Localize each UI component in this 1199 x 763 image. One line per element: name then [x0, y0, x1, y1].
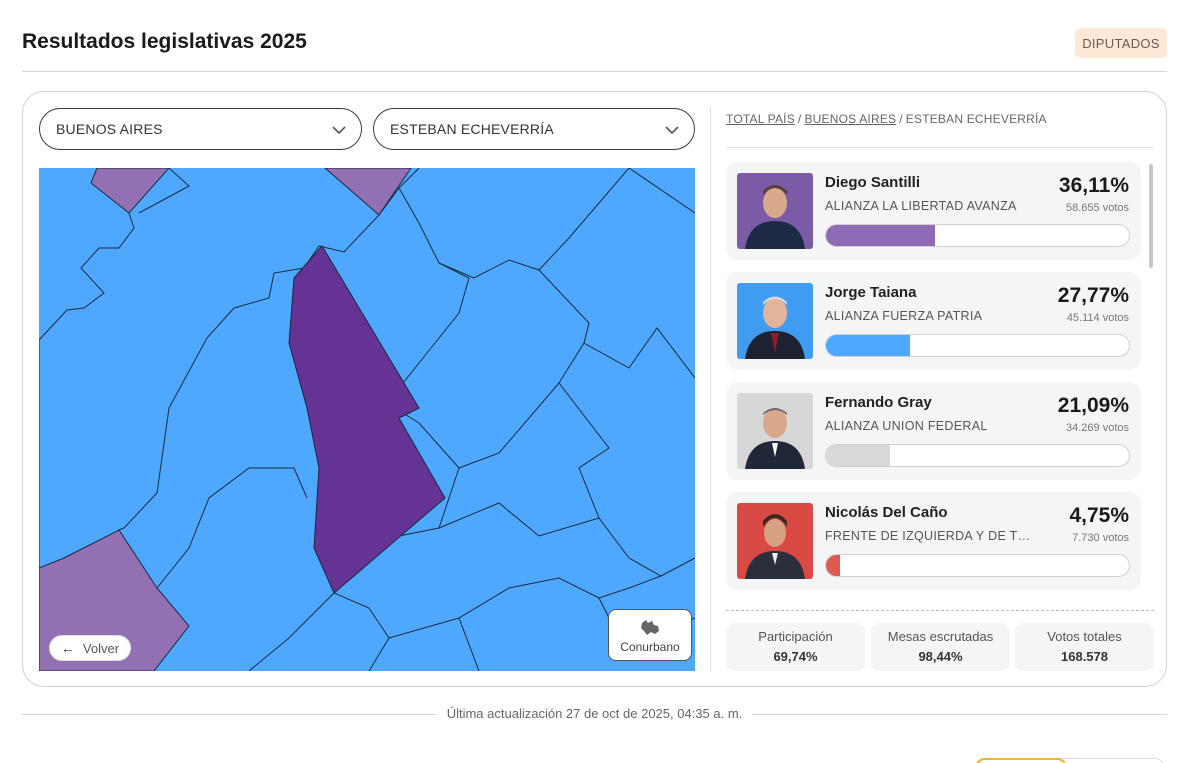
arrow-left-icon: ← — [60, 640, 75, 656]
chevron-down-icon — [332, 126, 346, 135]
back-button[interactable]: ← Volver — [49, 635, 131, 661]
bottom-toggle-active[interactable] — [975, 758, 1067, 763]
candidate-percent: 36,11% — [1058, 174, 1129, 197]
candidate-vote-bar — [825, 224, 1130, 247]
candidate-party: ALIANZA LA LIBERTAD AVANZA — [825, 199, 1017, 213]
candidate-name: Jorge Taiana — [825, 284, 917, 301]
candidate-party: ALIANZA FUERZA PATRIA — [825, 309, 983, 323]
candidate-list[interactable]: Diego Santilli ALIANZA LA LIBERTAD AVANZ… — [726, 162, 1154, 590]
candidate-votes: 7.730 votos — [1072, 532, 1129, 544]
stat-votos-totales: Votos totales 168.578 — [1015, 623, 1154, 671]
back-button-label: Volver — [82, 640, 120, 656]
candidate-photo — [737, 503, 813, 579]
candidate-name: Nicolás Del Caño — [825, 504, 948, 521]
candidate-card[interactable]: Fernando Gray ALIANZA UNION FEDERAL 21,0… — [726, 382, 1141, 480]
breadcrumb: TOTAL PAÍS / BUENOS AIRES / ESTEBAN ECHEVERR… — [726, 112, 1047, 126]
candidate-vote-bar-fill — [826, 335, 911, 356]
candidate-vote-bar — [825, 334, 1130, 357]
breadcrumb-total-pais[interactable]: TOTAL PAÍS — [726, 112, 795, 126]
candidate-list-scrollbar[interactable] — [1149, 164, 1153, 268]
chevron-down-icon — [665, 126, 679, 135]
conurbano-button[interactable]: Conurbano — [608, 609, 692, 661]
candidate-photo — [737, 393, 813, 469]
chamber-badge[interactable]: DIPUTADOS — [1075, 28, 1167, 58]
candidate-percent: 27,77% — [1057, 284, 1129, 307]
candidate-name: Fernando Gray — [825, 394, 932, 411]
stat-label: Votos totales — [1047, 629, 1122, 644]
breadcrumb-separator: / — [899, 112, 903, 126]
district-map[interactable]: ← Volver Conurbano — [39, 168, 695, 671]
bottom-toggle[interactable] — [975, 758, 1165, 763]
candidate-card[interactable]: Nicolás Del Caño FRENTE DE IZQUIERDA Y D… — [726, 492, 1141, 590]
stat-mesas-escrutadas: Mesas escrutadas 98,44% — [871, 623, 1010, 671]
stat-value: 168.578 — [1061, 649, 1108, 664]
breadcrumb-buenos-aires[interactable]: BUENOS AIRES — [804, 112, 896, 126]
candidate-percent: 21,09% — [1057, 394, 1129, 417]
conurbano-map-icon — [641, 619, 659, 635]
candidate-party: ALIANZA UNION FEDERAL — [825, 419, 988, 433]
header-divider — [22, 71, 1167, 72]
candidate-votes: 45.114 votos — [1066, 312, 1129, 324]
candidate-photo — [737, 173, 813, 249]
district-map-svg[interactable] — [39, 168, 695, 671]
breadcrumb-divider — [726, 147, 1154, 148]
breadcrumb-current: ESTEBAN ECHEVERRÍA — [905, 112, 1047, 126]
candidate-vote-bar — [825, 444, 1130, 467]
panel-divider — [710, 108, 711, 671]
conurbano-label: Conurbano — [620, 639, 680, 654]
candidate-vote-bar-fill — [826, 555, 841, 576]
district-select-value: ESTEBAN ECHEVERRÍA — [390, 121, 554, 137]
province-select-value: BUENOS AIRES — [56, 121, 163, 137]
candidate-votes: 58.655 votos — [1066, 202, 1129, 214]
candidate-photo — [737, 283, 813, 359]
candidate-vote-bar-fill — [826, 445, 890, 466]
candidate-percent: 4,75% — [1069, 504, 1129, 527]
candidate-vote-bar-fill — [826, 225, 936, 246]
stat-value: 98,44% — [918, 649, 963, 664]
page-title: Resultados legislativas 2025 — [22, 30, 307, 53]
candidate-card[interactable]: Diego Santilli ALIANZA LA LIBERTAD AVANZ… — [726, 162, 1141, 260]
candidate-vote-bar — [825, 554, 1130, 577]
stat-label: Mesas escrutadas — [887, 629, 994, 644]
stat-value: 69,74% — [773, 649, 818, 664]
results-card: BUENOS AIRES ESTEBAN ECHEVERRÍA ← Volver… — [22, 91, 1167, 687]
stat-label: Participación — [758, 629, 833, 644]
candidate-party: FRENTE DE IZQUIERDA Y DE TRABAJADORES - … — [825, 529, 1035, 543]
province-select[interactable]: BUENOS AIRES — [39, 108, 362, 150]
candidate-votes: 34.269 votos — [1066, 422, 1129, 434]
candidate-name: Diego Santilli — [825, 174, 921, 191]
candidate-card[interactable]: Jorge Taiana ALIANZA FUERZA PATRIA 27,77… — [726, 272, 1141, 370]
last-update-text: Última actualización 27 de oct de 2025, … — [446, 706, 743, 721]
district-select[interactable]: ESTEBAN ECHEVERRÍA — [373, 108, 695, 150]
breadcrumb-separator: / — [797, 112, 802, 126]
stats-divider — [726, 610, 1154, 611]
stat-participacion: Participación 69,74% — [726, 623, 865, 671]
